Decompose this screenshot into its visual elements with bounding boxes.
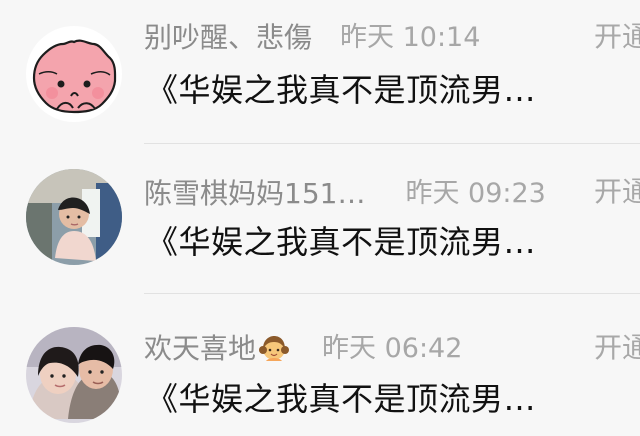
- avatar[interactable]: [26, 169, 122, 265]
- list-item[interactable]: 别吵醒、悲傷 昨天 10:14 《华娱之我真不是顶流男… 开通: [0, 0, 640, 150]
- message-list: 别吵醒、悲傷 昨天 10:14 《华娱之我真不是顶流男… 开通 陈雪棋妈妈151…: [0, 0, 640, 436]
- message-time: 昨天 06:42: [322, 333, 463, 364]
- cartoon-avatar-icon: [26, 26, 122, 122]
- message-preview[interactable]: 《华娱之我真不是顶流男…: [146, 68, 536, 112]
- message-time: 昨天 10:14: [340, 22, 481, 53]
- photo-avatar-icon: [26, 169, 122, 265]
- message-time: 昨天 09:23: [405, 178, 546, 209]
- sender-name[interactable]: 欢天喜地: [144, 331, 256, 367]
- avatar[interactable]: [26, 327, 122, 423]
- sender-name[interactable]: 陈雪棋妈妈151…: [144, 176, 365, 212]
- message-header: 陈雪棋妈妈151… 昨天 09:23: [144, 174, 546, 214]
- message-header: 欢天喜地 昨天 06:42: [144, 329, 462, 369]
- message-preview[interactable]: 《华娱之我真不是顶流男…: [146, 377, 536, 421]
- message-preview[interactable]: 《华娱之我真不是顶流男…: [146, 220, 536, 264]
- girl-emoji-icon: [259, 336, 290, 361]
- open-action[interactable]: 开通: [594, 174, 640, 210]
- avatar[interactable]: [26, 26, 122, 122]
- sender-name[interactable]: 别吵醒、悲傷: [144, 20, 312, 56]
- open-action[interactable]: 开通: [594, 19, 640, 55]
- list-item[interactable]: 欢天喜地 昨天 06:42 《华娱之我真不是顶流男… 开通: [0, 294, 640, 436]
- couple-photo-avatar-icon: [26, 327, 122, 423]
- message-header: 别吵醒、悲傷 昨天 10:14: [144, 18, 480, 58]
- open-action[interactable]: 开通: [594, 330, 640, 366]
- list-item[interactable]: 陈雪棋妈妈151… 昨天 09:23 《华娱之我真不是顶流男… 开通: [0, 144, 640, 294]
